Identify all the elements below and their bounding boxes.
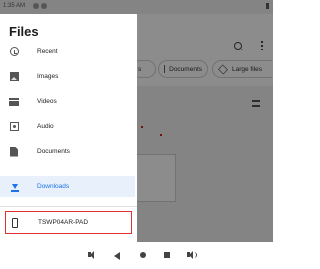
drawer-item-videos[interactable]: Videos [0, 91, 135, 112]
recent-icon [9, 47, 19, 57]
drawer-item-recent[interactable]: Recent [0, 41, 135, 62]
drawer-item-label: Downloads [37, 183, 70, 190]
download-icon [9, 182, 19, 192]
notification-icon [41, 3, 47, 9]
notification-icon [33, 3, 39, 9]
drawer-item-label: Videos [37, 98, 57, 105]
drawer-item-label: Images [37, 73, 59, 80]
volume-up-icon[interactable] [187, 250, 197, 259]
drawer-item-label: Audio [37, 123, 54, 130]
drawer-item-label: TSWP04AR-PAD [38, 219, 89, 226]
drawer-title: Files [9, 24, 39, 39]
recent-apps-icon[interactable] [164, 252, 170, 258]
drawer-item-label: Documents [37, 148, 70, 155]
system-navigation-bar [0, 242, 273, 269]
audio-icon [9, 122, 19, 132]
navigation-drawer: Files Recent Images Videos Audio Documen… [0, 14, 137, 242]
drawer-item-device[interactable]: TSWP04AR-PAD [5, 211, 132, 234]
volume-down-icon[interactable] [88, 250, 98, 259]
drawer-item-label: Recent [37, 48, 58, 55]
battery-icon [266, 3, 269, 9]
documents-icon [9, 146, 19, 157]
drawer-item-downloads[interactable]: Downloads [0, 176, 135, 197]
drawer-item-documents[interactable]: Documents [0, 141, 135, 162]
videos-icon [9, 97, 19, 107]
drawer-item-audio[interactable]: Audio [0, 116, 135, 137]
drawer-item-images[interactable]: Images [0, 66, 135, 87]
status-time: 1:35 AM [3, 3, 26, 9]
back-icon[interactable] [114, 252, 120, 260]
drawer-divider [0, 206, 137, 207]
images-icon [9, 72, 19, 82]
tablet-icon [12, 217, 18, 228]
home-icon[interactable] [140, 252, 146, 258]
